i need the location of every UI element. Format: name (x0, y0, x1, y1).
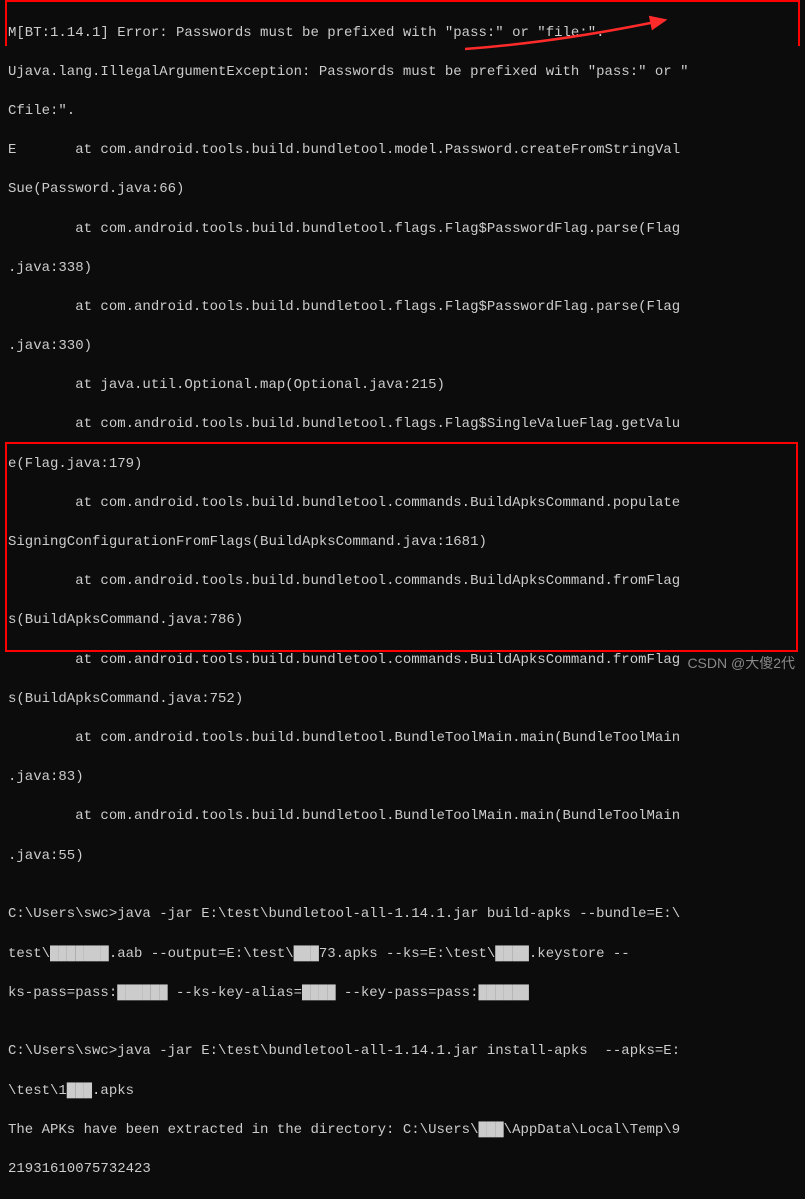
terminal-line: C:\Users\swc>java -jar E:\test\bundletoo… (8, 1042, 797, 1062)
terminal-line: SigningConfigurationFromFlags(BuildApksC… (8, 533, 797, 553)
terminal-line: at com.android.tools.build.bundletool.fl… (8, 220, 797, 240)
annotation-top-left (5, 0, 7, 46)
terminal-line: at com.android.tools.build.bundletool.Bu… (8, 807, 797, 827)
annotation-top-border (5, 0, 800, 2)
watermark-text: CSDN @大傻2代 (687, 654, 795, 674)
terminal-line: 21931610075732423 (8, 1160, 797, 1180)
terminal-line: Cfile:". (8, 102, 797, 122)
terminal-line: ks-pass=pass:██████ --ks-key-alias=████ … (8, 984, 797, 1004)
terminal-line: E at com.android.tools.build.bundletool.… (8, 141, 797, 161)
terminal-line: s(BuildApksCommand.java:786) (8, 611, 797, 631)
terminal-line: s(BuildApksCommand.java:752) (8, 690, 797, 710)
terminal-line: at java.util.Optional.map(Optional.java:… (8, 376, 797, 396)
terminal-line: at com.android.tools.build.bundletool.fl… (8, 298, 797, 318)
terminal-line: Sue(Password.java:66) (8, 180, 797, 200)
terminal-line: Ujava.lang.IllegalArgumentException: Pas… (8, 63, 797, 83)
terminal-line: The APKs have been extracted in the dire… (8, 1121, 797, 1141)
terminal-line: \test\1███.apks (8, 1082, 797, 1102)
terminal-line: .java:338) (8, 259, 797, 279)
terminal-line: at com.android.tools.build.bundletool.co… (8, 572, 797, 592)
terminal-line: at com.android.tools.build.bundletool.co… (8, 494, 797, 514)
terminal-line: at com.android.tools.build.bundletool.Bu… (8, 729, 797, 749)
terminal-line: .java:330) (8, 337, 797, 357)
terminal-line: at com.android.tools.build.bundletool.co… (8, 651, 797, 671)
terminal-line: test\███████.aab --output=E:\test\███73.… (8, 945, 797, 965)
terminal-line: .java:83) (8, 768, 797, 788)
terminal-line: C:\Users\swc>java -jar E:\test\bundletoo… (8, 905, 797, 925)
terminal-line: e(Flag.java:179) (8, 455, 797, 475)
terminal-line: at com.android.tools.build.bundletool.fl… (8, 415, 797, 435)
terminal-line: M[BT:1.14.1] Error: Passwords must be pr… (8, 24, 797, 44)
terminal-output: M[BT:1.14.1] Error: Passwords must be pr… (0, 0, 805, 680)
terminal-line: .java:55) (8, 847, 797, 867)
annotation-top-right (798, 0, 800, 46)
